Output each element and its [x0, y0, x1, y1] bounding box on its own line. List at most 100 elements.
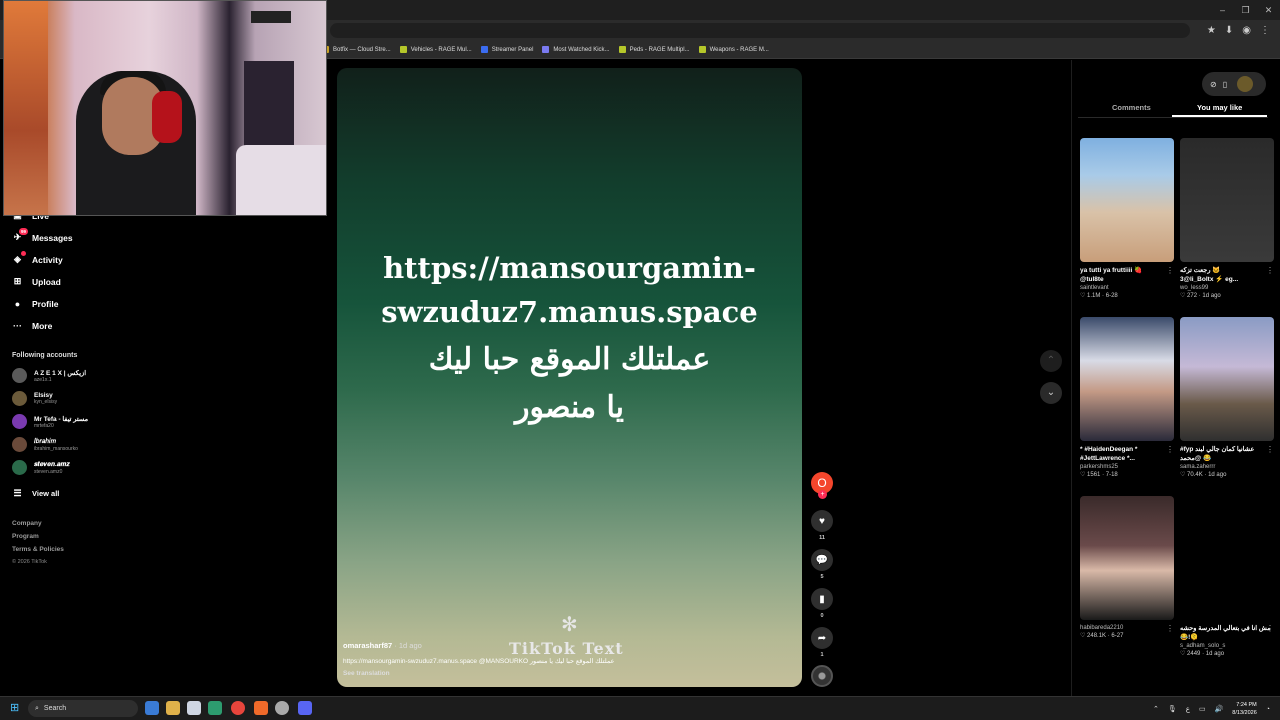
comment-icon[interactable]: 💬 — [811, 549, 833, 571]
volume-icon[interactable]: 🔊 — [1215, 705, 1224, 713]
notification-icon[interactable]: ◔ — [1266, 706, 1270, 713]
video-thumbnail[interactable] — [1180, 496, 1274, 620]
card-username[interactable]: saintlevant — [1080, 285, 1174, 291]
settings-icon[interactable] — [275, 701, 289, 715]
video-thumbnail[interactable] — [1080, 496, 1174, 620]
video-url-line-2: swzuduz7.manus.space — [381, 295, 758, 329]
footer-terms[interactable]: Terms & Policies — [12, 546, 64, 553]
see-translation-button[interactable]: See translation — [343, 670, 390, 677]
bookmark-item[interactable]: Weapons - RAGE M... — [698, 46, 769, 53]
bookmark-icon[interactable]: ▮ — [811, 588, 833, 610]
footer-company[interactable]: Company — [12, 520, 42, 527]
video-thumbnail[interactable] — [1180, 138, 1274, 262]
view-all-label: View all — [32, 489, 60, 498]
following-account[interactable]: 𝐼𝑏𝑟𝑎ℎ𝑖𝑚 ibrahim_mansourko — [12, 437, 78, 452]
heart-icon[interactable]: ♥ — [811, 510, 833, 532]
more-options-icon[interactable]: ⋮ — [1166, 266, 1174, 275]
sidebar-item-more[interactable]: ··· More — [12, 320, 52, 331]
tab-comments[interactable]: Comments — [1112, 103, 1151, 112]
video-card[interactable]: ⋮ رجعت تزكه 🐱 3@li_Boltx ⚡ eg... wo_less99 ♡… — [1180, 138, 1274, 299]
close-button[interactable]: ✕ — [1257, 0, 1280, 20]
account-name: A Z E 1 X | ازيكس — [34, 369, 87, 377]
taskbar-search[interactable]: ⌕ Search — [28, 700, 138, 717]
more-options-icon[interactable]: ⋮ — [1266, 266, 1274, 275]
following-account[interactable]: A Z E 1 X | ازيكس aze1x.1 — [12, 368, 86, 383]
video-author[interactable]: omarasharf87 · 1d ago — [343, 641, 422, 650]
language-indicator[interactable]: ع — [1186, 705, 1190, 713]
tray-chevron-icon[interactable]: ⌃ — [1153, 705, 1159, 713]
follow-plus-icon[interactable]: + — [818, 490, 827, 499]
bookmark-item[interactable]: Vehicles - RAGE Mul... — [399, 46, 472, 53]
address-bar[interactable] — [330, 23, 1190, 38]
card-username[interactable]: s_adham_solo_s — [1180, 643, 1274, 649]
bookmark-item[interactable]: Streamer Panel — [480, 46, 533, 53]
clock-time: 7:24 PM — [1236, 702, 1257, 708]
video-card[interactable]: ⋮ ya tutti ya fruttiiii 🍓 @tul8te saintleva… — [1080, 138, 1174, 299]
user-avatar[interactable] — [1237, 76, 1254, 92]
video-player[interactable]: https://mansourgamin- swzuduz7.manus.spa… — [337, 68, 802, 687]
card-username[interactable]: wo_less99 — [1180, 285, 1274, 291]
account-handle: kyn_elsisy — [34, 399, 58, 405]
video-thumbnail[interactable] — [1180, 317, 1274, 441]
more-options-icon[interactable]: ⋮ — [1266, 445, 1274, 454]
download-icon[interactable]: ⬇ — [1225, 22, 1233, 39]
more-options-icon[interactable]: ⋮ — [1166, 624, 1174, 633]
minimize-button[interactable]: – — [1211, 0, 1234, 20]
following-account[interactable]: Elsisy kyn_elsisy — [12, 391, 57, 406]
bookmark-item[interactable]: Botfix — Cloud Stre... — [322, 46, 391, 53]
file-explorer-icon[interactable] — [166, 701, 180, 715]
share-icon[interactable]: ➦ — [811, 627, 833, 649]
sidebar-item-profile[interactable]: ● Profile — [12, 298, 59, 309]
sidebar-item-messages[interactable]: ✈ 99 Messages — [12, 228, 73, 243]
video-thumbnail[interactable] — [1080, 138, 1174, 262]
chrome-icon[interactable] — [231, 701, 245, 715]
video-card[interactable]: ⋮ #fyp عشانيا كمان جالي لبند محمد@ 😂 sama.z… — [1180, 317, 1274, 478]
video-card[interactable]: ⋮ habibareda2210 ♡ 248.1K · 6-27 — [1080, 496, 1174, 639]
widgets-icon[interactable] — [145, 701, 159, 715]
card-username[interactable]: habibareda2210 — [1080, 625, 1174, 631]
footer-program[interactable]: Program — [12, 533, 39, 540]
more-options-icon[interactable]: ⋮ — [1266, 624, 1274, 633]
phone-icon[interactable]: ▯ — [1223, 80, 1227, 89]
network-icon[interactable]: ▭ — [1199, 705, 1206, 713]
maximize-button[interactable]: ❐ — [1234, 0, 1257, 20]
sidebar-item-label: More — [32, 320, 53, 331]
windows-start-icon[interactable]: ⊞ — [10, 702, 22, 714]
menu-icon[interactable]: ⋮ — [1260, 22, 1270, 39]
account-name: 𝐼𝑏𝑟𝑎ℎ𝑖𝑚 — [34, 437, 56, 445]
card-date: 7-18 — [1105, 472, 1118, 478]
clock[interactable]: 7:24 PM 8/13/2026 — [1232, 701, 1256, 717]
video-thumbnail[interactable] — [1080, 317, 1174, 441]
heart-icon: ♡ — [1180, 651, 1188, 657]
bookmark-item[interactable]: Most Watched Kick... — [542, 46, 610, 53]
edge-icon[interactable] — [208, 701, 222, 715]
mic-icon[interactable]: 🎙 — [1168, 705, 1177, 713]
discord-icon[interactable] — [298, 701, 312, 715]
card-username[interactable]: sama.zaherrr — [1180, 464, 1274, 470]
following-account[interactable]: Mr Tefa - مستر تيفا mrtefa20 — [12, 414, 88, 429]
snipping-icon[interactable] — [187, 701, 201, 715]
compass-icon[interactable]: ⊘ — [1210, 80, 1217, 89]
clock-date: 8/13/2026 — [1232, 710, 1257, 716]
profile-icon[interactable]: ◉ — [1242, 22, 1251, 39]
video-card[interactable]: ⋮ * #HaidenDeegan * #JettLawrence *... park… — [1080, 317, 1174, 478]
card-date: 6-28 — [1105, 293, 1118, 299]
view-all-link[interactable]: ☰ View all — [12, 488, 59, 499]
card-meta: ♡ 272 · 1d ago — [1180, 292, 1274, 299]
music-disc-icon[interactable] — [811, 665, 833, 687]
next-video-button[interactable]: ⌄ — [1040, 382, 1062, 404]
previous-video-button[interactable]: ⌃ — [1040, 350, 1062, 372]
tab-you-may-like[interactable]: You may like — [1197, 103, 1242, 112]
brave-icon[interactable] — [254, 701, 268, 715]
bookmark-star-icon[interactable]: ★ — [1207, 22, 1216, 39]
card-meta: ♡ 70.4K · 1d ago — [1180, 471, 1274, 478]
more-options-icon[interactable]: ⋮ — [1166, 445, 1174, 454]
sidebar-item-upload[interactable]: ⊞ Upload — [12, 276, 61, 287]
author-name[interactable]: omarasharf87 — [343, 641, 392, 650]
card-username[interactable]: parkershms25 — [1080, 464, 1174, 470]
following-account[interactable]: 𝒔𝒕𝒆𝒗𝒆𝒏.𝒂𝒎𝒛 steven.amz0 — [12, 460, 70, 475]
video-card[interactable]: ⋮ مش انا في بتعالي المدرسة وحشه 😂!🫠 s_adham… — [1180, 496, 1274, 657]
upload-icon: ⊞ — [12, 276, 23, 287]
sidebar-item-activity[interactable]: ◈ Activity — [12, 251, 63, 265]
bookmark-item[interactable]: Peds - RAGE Multipl... — [618, 46, 690, 53]
